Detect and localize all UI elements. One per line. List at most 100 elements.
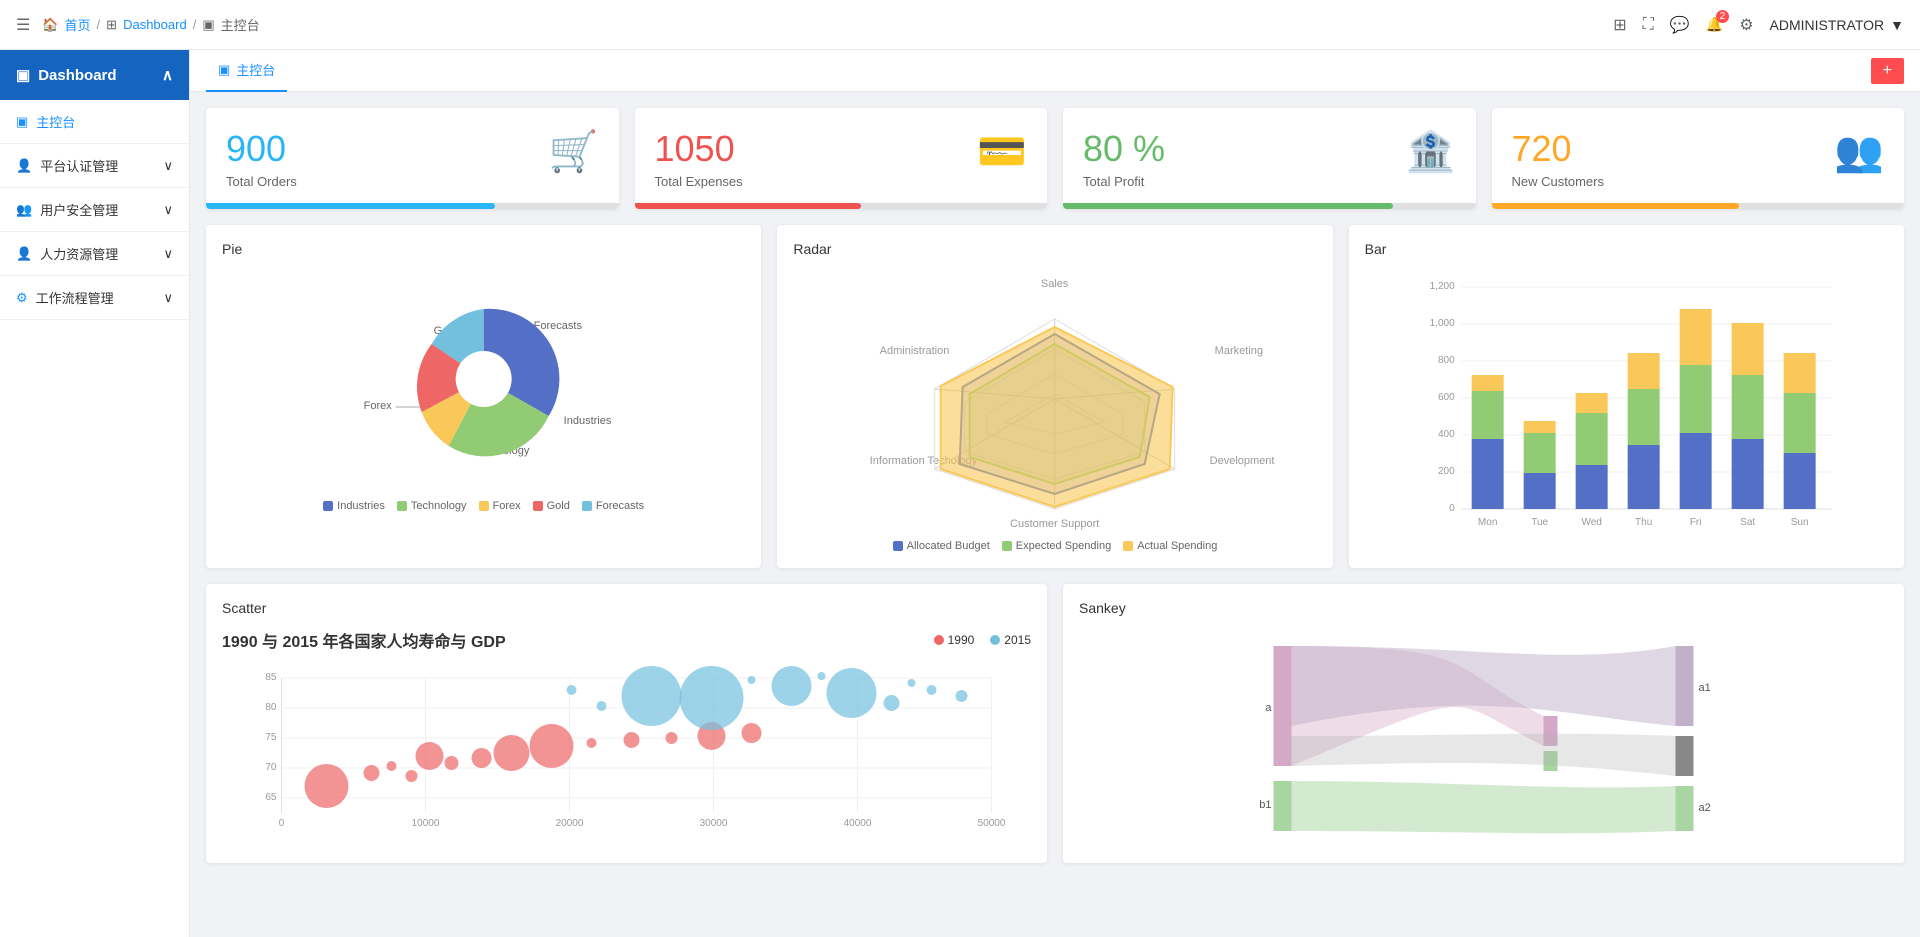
sankey-flow-4: [1292, 734, 1676, 776]
bar-fri-s3: [1679, 309, 1711, 365]
bottom-row: Scatter 1990 与 2015 年各国家人均寿命与 GDP 1990 2…: [206, 584, 1904, 863]
sankey-chart-card: Sankey: [1063, 584, 1904, 863]
sidebar: ▣ Dashboard ∧ ▣ 主控台 👤 平台认证管理 ∨: [0, 50, 190, 937]
add-tab-button[interactable]: +: [1871, 58, 1904, 84]
scatter-svg: 85 80 75 70 65: [222, 668, 1031, 828]
bar-tue-s2: [1523, 433, 1555, 473]
svg-text:85: 85: [265, 672, 277, 683]
top-nav-left: ☰ 🏠 首页 / ⊞ Dashboard / ▣ 主控台: [16, 15, 260, 35]
svg-text:Tue: Tue: [1531, 517, 1548, 528]
kpi-number-profit: 80 %: [1083, 128, 1456, 170]
svg-text:Sat: Sat: [1740, 517, 1755, 528]
kpi-number-orders: 900: [226, 128, 599, 170]
breadcrumb-main: 主控台: [221, 15, 260, 34]
sidebar-item-workflow[interactable]: ⚙ 工作流程管理 ∨: [0, 276, 189, 319]
breadcrumb-home[interactable]: 首页: [65, 15, 91, 34]
platform-auth-label: 平台认证管理: [40, 156, 118, 175]
svg-text:a: a: [1265, 702, 1272, 714]
charts-row: Pie Forecasts Gold Forex Industries Tech…: [206, 225, 1904, 568]
scatter-legend-2015: 2015: [990, 633, 1031, 647]
user-security-chevron: ∨: [163, 202, 173, 218]
bar-thu-s1: [1627, 445, 1659, 509]
scatter-legend: 1990 2015: [934, 633, 1031, 647]
main-console-icon: ▣: [16, 114, 28, 130]
kpi-number-expenses: 1050: [655, 128, 1028, 170]
chat-icon[interactable]: 💬: [1670, 15, 1690, 35]
tab-bar: ▣ 主控台 +: [190, 50, 1920, 92]
dashboard: 900 Total Orders 🛒 1050 Total Expenses 💳: [190, 92, 1920, 879]
sankey-flow-3: [1292, 781, 1676, 833]
svg-text:Forecasts: Forecasts: [534, 320, 583, 332]
kpi-number-customers: 720: [1512, 128, 1885, 170]
pie-legend-forex: Forex: [479, 500, 521, 512]
radar-chart-svg: Sales Marketing Development Customer Sup…: [793, 269, 1316, 529]
notification-bell[interactable]: 🔔 2: [1706, 16, 1723, 33]
bar-mon-s3: [1471, 375, 1503, 391]
svg-text:b1: b1: [1259, 799, 1271, 811]
bar-tue-s1: [1523, 473, 1555, 509]
sankey-node-right-a1: [1676, 646, 1694, 726]
svg-text:Wed: Wed: [1581, 517, 1601, 528]
svg-text:Administration: Administration: [880, 345, 950, 357]
svg-text:Forex: Forex: [364, 400, 393, 412]
grid-icon[interactable]: ⊞: [1613, 15, 1626, 35]
breadcrumb-dashboard[interactable]: Dashboard: [123, 17, 187, 32]
pie-legend-industries: Industries: [323, 500, 385, 512]
kpi-label-orders: Total Orders: [226, 174, 599, 189]
svg-text:a2: a2: [1699, 802, 1711, 814]
sidebar-item-user-security[interactable]: 👥 用户安全管理 ∨: [0, 188, 189, 231]
sidebar-item-hr[interactable]: 👤 人力资源管理 ∨: [0, 232, 189, 275]
svg-text:1,200: 1,200: [1429, 281, 1454, 292]
svg-text:Customer Support: Customer Support: [1010, 518, 1099, 530]
bar-thu-s3: [1627, 353, 1659, 389]
bar-mon-s2: [1471, 391, 1503, 439]
top-nav-right: ⊞ ⛶ 💬 🔔 2 ⚙ ADMINISTRATOR ▼: [1613, 15, 1904, 35]
sankey-container: a b1 a1 a2: [1079, 628, 1888, 847]
expand-icon[interactable]: ⛶: [1643, 16, 1654, 34]
svg-text:Mon: Mon: [1478, 517, 1497, 528]
bar-sat-s1: [1731, 439, 1763, 509]
bar-fri-s2: [1679, 365, 1711, 433]
radar-chart-title: Radar: [793, 241, 1316, 257]
sidebar-logo: ▣ Dashboard ∧: [0, 50, 189, 100]
svg-text:0: 0: [1449, 503, 1455, 514]
username: ADMINISTRATOR: [1770, 17, 1885, 33]
breadcrumb-icon2: ⊞: [106, 17, 117, 33]
sidebar-item-main-console[interactable]: ▣ 主控台: [0, 100, 189, 143]
platform-auth-chevron: ∨: [163, 158, 173, 174]
tab-icon: ▣: [218, 62, 230, 78]
scatter-chart-card: Scatter 1990 与 2015 年各国家人均寿命与 GDP 1990 2…: [206, 584, 1047, 863]
svg-text:20000: 20000: [556, 818, 584, 829]
sankey-chart-title: Sankey: [1079, 600, 1888, 616]
tab-main-console[interactable]: ▣ 主控台: [206, 50, 287, 92]
pie-legend: Industries Technology Forex Gold: [222, 500, 745, 512]
top-navigation: ☰ 🏠 首页 / ⊞ Dashboard / ▣ 主控台 ⊞ ⛶ 💬 🔔 2 ⚙…: [0, 0, 1920, 50]
sidebar-item-platform-auth[interactable]: 👤 平台认证管理 ∨: [0, 144, 189, 187]
kpi-card-total-expenses: 1050 Total Expenses 💳: [635, 108, 1048, 209]
breadcrumb-icon3: ▣: [202, 17, 214, 33]
sidebar-section-workflow: ⚙ 工作流程管理 ∨: [0, 276, 189, 320]
platform-auth-icon: 👤: [16, 158, 32, 174]
logo-icon: ▣: [16, 66, 30, 84]
svg-text:a1: a1: [1699, 682, 1711, 694]
settings-icon[interactable]: ⚙: [1739, 15, 1753, 35]
scatter-subtitle: 1990 与 2015 年各国家人均寿命与 GDP: [222, 628, 506, 652]
svg-text:Fri: Fri: [1689, 517, 1701, 528]
menu-icon[interactable]: ☰: [16, 15, 30, 35]
pie-chart-title: Pie: [222, 241, 745, 257]
bar-wed-s3: [1575, 393, 1607, 413]
user-security-icon: 👥: [16, 202, 32, 218]
radar-legend-expected: Expected Spending: [1002, 540, 1111, 552]
user-area[interactable]: ADMINISTRATOR ▼: [1770, 17, 1904, 33]
svg-text:Sun: Sun: [1790, 517, 1808, 528]
bar-tue-s3: [1523, 421, 1555, 433]
bar-wed-s1: [1575, 465, 1607, 509]
bar-chart-card: Bar 1,200 1,000 800 600 400 200 0: [1349, 225, 1904, 568]
workflow-label: 工作流程管理: [36, 288, 114, 307]
svg-text:Marketing: Marketing: [1215, 345, 1263, 357]
bar-sun-s3: [1783, 353, 1815, 393]
sidebar-section-platform: 👤 平台认证管理 ∨: [0, 144, 189, 188]
svg-text:65: 65: [265, 792, 277, 803]
kpi-icon-orders: 🛒: [549, 128, 599, 175]
svg-text:Industries: Industries: [564, 415, 612, 427]
